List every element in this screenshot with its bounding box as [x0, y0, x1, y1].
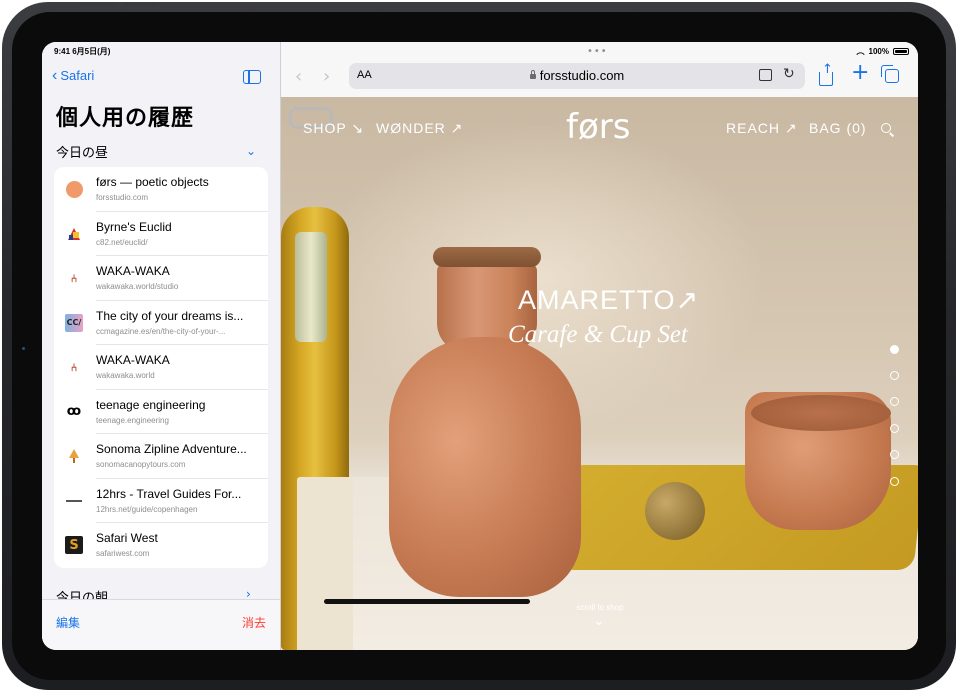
item-url: c82.net/euclid/	[96, 237, 148, 247]
status-right: ︵ 100%	[857, 46, 909, 57]
cup-rim	[751, 395, 891, 431]
clear-button[interactable]: 消去	[242, 614, 266, 631]
item-url: 12hrs.net/guide/copenhagen	[96, 504, 198, 514]
list-item[interactable]: ⑃ WAKA-WAKA wakawaka.world	[54, 345, 268, 390]
euclid-shapes-icon	[65, 225, 83, 243]
item-title: Safari West	[96, 531, 158, 545]
pager-dot[interactable]	[890, 477, 899, 486]
nav-bag-link[interactable]: BAG (0)	[809, 120, 867, 136]
item-title: Sonoma Zipline Adventure...	[96, 442, 247, 456]
status-time-date: 9:41 6月5日(月)	[54, 47, 111, 56]
item-url: ccmagazine.es/en/the-city-of-your-...	[96, 326, 226, 336]
search-icon[interactable]	[881, 123, 891, 133]
list-item[interactable]: Sonoma Zipline Adventure... sonomacanopy…	[54, 434, 268, 479]
list-item[interactable]: førs — poetic objects forsstudio.com	[54, 167, 268, 212]
volume-button	[80, 2, 114, 6]
sidebar-toggle-icon[interactable]	[243, 70, 261, 84]
hero-title-link[interactable]: AMARETTO↗	[518, 285, 699, 316]
reload-icon[interactable]: ↻	[783, 66, 795, 82]
chevron-down-icon[interactable]: ⌄	[593, 613, 605, 629]
browser-toolbar: ••• ︵ 100% ‹ › AA forsstudio.com ↻ ↑ +	[281, 42, 918, 97]
list-item[interactable]: Byrne's Euclid c82.net/euclid/	[54, 212, 268, 256]
chevron-left-icon: ‹	[52, 66, 58, 84]
chevron-down-icon[interactable]: ⌄	[246, 144, 256, 158]
item-url: teenage.engineering	[96, 415, 169, 425]
list-item[interactable]: ⑃ WAKA-WAKA wakawaka.world/studio	[54, 256, 268, 301]
item-title: førs — poetic objects	[96, 175, 209, 189]
item-url: wakawaka.world/studio	[96, 282, 179, 291]
section-today-afternoon[interactable]: 今日の昼	[56, 142, 108, 161]
address-bar[interactable]: AA forsstudio.com ↻	[349, 63, 805, 89]
bottle-label	[297, 477, 353, 650]
page-title: 個人用の履歴	[56, 106, 195, 131]
chair-icon: ⑃	[70, 271, 78, 285]
tree-icon	[65, 447, 83, 465]
back-button[interactable]: ‹ Safari	[52, 66, 95, 84]
item-title: WAKA-WAKA	[96, 353, 170, 367]
camera-icon	[22, 347, 25, 350]
hero-subtitle: Carafe & Cup Set	[508, 321, 688, 348]
list-item[interactable]: S Safari West safariwest.com	[54, 523, 268, 568]
scroll-hint[interactable]: scroll to shop	[281, 603, 918, 612]
screen: 9:41 6月5日(月) ‹ Safari 個人用の履歴 今日の昼 ⌄ førs…	[42, 42, 918, 650]
dash-icon	[65, 492, 83, 510]
wifi-icon: ︵	[856, 47, 865, 56]
site-logo[interactable]: førs	[566, 107, 630, 147]
pager-dot[interactable]	[890, 424, 899, 433]
teenage-engineering-icon: ꝏ	[66, 404, 82, 419]
new-tab-icon[interactable]: +	[851, 60, 869, 85]
pager-dot[interactable]	[890, 345, 899, 354]
volume-button	[124, 2, 158, 6]
item-title: 12hrs - Travel Guides For...	[96, 486, 242, 501]
olive-oil-bottle	[281, 207, 353, 650]
history-sidebar: 9:41 6月5日(月) ‹ Safari 個人用の履歴 今日の昼 ⌄ førs…	[42, 42, 280, 650]
item-url: wakawaka.world	[96, 371, 155, 380]
url-text: forsstudio.com	[349, 68, 805, 83]
pager-dot[interactable]	[890, 450, 899, 459]
back-arrow-icon[interactable]: ‹	[295, 66, 302, 87]
web-content: SHOP ↘ WØNDER ↗ førs REACH ↗ BAG (0) AMA…	[281, 97, 918, 650]
list-item[interactable]: 12hrs - Travel Guides For... 12hrs.net/g…	[54, 479, 268, 523]
share-arrow-icon: ↑	[822, 62, 833, 77]
pager-dot[interactable]	[890, 371, 899, 380]
cc-logo-icon: CC/	[65, 313, 83, 332]
item-url: forsstudio.com	[96, 193, 149, 202]
battery-icon	[893, 48, 909, 55]
edit-button[interactable]: 編集	[56, 614, 80, 631]
browser-pane: ••• ︵ 100% ‹ › AA forsstudio.com ↻ ↑ + S…	[280, 42, 918, 650]
item-title: The city of your dreams is...	[96, 308, 244, 323]
forward-arrow-icon[interactable]: ›	[323, 66, 330, 87]
lock-icon	[529, 70, 536, 79]
multitask-dots-icon[interactable]: •••	[587, 46, 608, 57]
item-url: sonomacanopytours.com	[96, 460, 186, 469]
history-list: førs — poetic objects forsstudio.com Byr…	[54, 167, 268, 568]
nav-wonder-link[interactable]: WØNDER ↗	[376, 120, 463, 137]
url-value: forsstudio.com	[539, 68, 625, 83]
item-title: WAKA-WAKA	[96, 264, 170, 278]
battery-percent: 100%	[868, 47, 889, 56]
list-item[interactable]: CC/ The city of your dreams is... ccmaga…	[54, 301, 268, 345]
reader-mode-icon[interactable]	[759, 69, 772, 81]
sidebar-footer: 編集 消去	[42, 599, 280, 650]
tabs-overview-icon[interactable]	[881, 65, 899, 83]
circle-icon	[65, 180, 83, 198]
chair-icon: ⑃	[70, 360, 78, 374]
home-indicator[interactable]	[324, 599, 530, 604]
pager-dot[interactable]	[890, 397, 899, 406]
item-url: safariwest.com	[96, 549, 150, 558]
nav-shop-link[interactable]: SHOP ↘	[303, 120, 364, 137]
item-title: teenage engineering	[96, 397, 206, 412]
item-title: Byrne's Euclid	[96, 219, 172, 234]
safari-west-icon: S	[65, 536, 83, 554]
back-label: Safari	[60, 68, 95, 83]
list-item[interactable]: ꝏ teenage engineering teenage.engineerin…	[54, 390, 268, 434]
fruit-image	[645, 482, 705, 540]
nav-reach-link[interactable]: REACH ↗	[726, 120, 798, 137]
